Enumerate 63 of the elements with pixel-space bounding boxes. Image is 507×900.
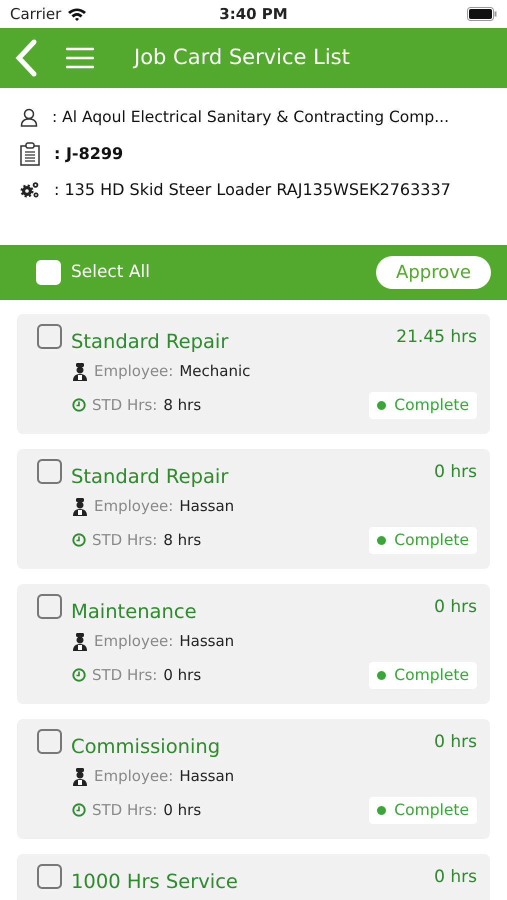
gears-icon [20, 180, 40, 198]
service-card[interactable]: Commissioning 0 hrs Employee: Hassan STD Hrs: 0 hrs Complete [17, 719, 490, 839]
page-title: Job Card Service List [134, 44, 350, 72]
service-card[interactable]: 1000 Hrs Service 0 hrs [17, 854, 490, 900]
mechanic-icon [72, 632, 88, 650]
std-hours-value: 8 hrs [163, 530, 202, 551]
clock-icon [72, 803, 86, 818]
checkbox[interactable] [37, 864, 62, 889]
equipment-name: : 135 HD Skid Steer Loader RAJ135WSEK2763337 [54, 178, 451, 200]
job-number: : J-8299 [54, 142, 124, 164]
carrier-label: Carrier [10, 4, 62, 25]
employee-label: Employee: [94, 361, 174, 382]
service-card[interactable]: Maintenance 0 hrs Employee: Hassan STD Hrs: 0 hrs Complete [17, 584, 490, 704]
service-title: Maintenance [71, 599, 197, 625]
clock-icon [72, 668, 86, 682]
employee-label: Employee: [94, 631, 174, 652]
service-card[interactable]: Standard Repair 0 hrs Employee: Hassan STD Hrs: 8 hrs Complete [17, 449, 490, 569]
service-card[interactable]: Standard Repair 21.45 hrs Employee: Mechanic STD Hrs: 8 hrs Complete [17, 314, 490, 434]
checkbox[interactable] [37, 459, 62, 484]
checkbox[interactable] [37, 594, 62, 619]
service-title: 1000 Hrs Service [71, 869, 238, 895]
std-hours-value: 0 hrs [163, 665, 202, 686]
hours-value: 0 hrs [434, 461, 477, 484]
std-hours-label: STD Hrs: [92, 395, 158, 416]
checkbox[interactable] [37, 324, 62, 349]
std-hours-value: 0 hrs [163, 800, 202, 821]
employee-name: Mechanic [179, 361, 250, 382]
clipboard-icon [20, 142, 40, 166]
employee-label: Employee: [94, 766, 174, 788]
customer-name: : Al Aqoul Electrical Sanitary & Contracting Comp... [52, 106, 449, 128]
employee-label: Employee: [94, 496, 174, 518]
clock-label: 3:40 PM [219, 4, 288, 25]
mechanic-icon [72, 362, 88, 380]
hours-value: 0 hrs [434, 596, 477, 619]
clock-icon [72, 533, 86, 548]
wifi-icon [67, 7, 88, 21]
std-hours-value: 8 hrs [163, 395, 202, 416]
checkbox[interactable] [37, 729, 62, 754]
mechanic-icon [72, 768, 88, 786]
service-title: Commissioning [71, 734, 220, 760]
mechanic-icon [72, 498, 88, 516]
hours-value: 21.45 hrs [396, 326, 477, 349]
employee-name: Hassan [179, 496, 234, 518]
service-title: Standard Repair [71, 464, 228, 490]
hours-value: 0 hrs [434, 866, 477, 889]
employee-name: Hassan [179, 631, 234, 652]
person-icon [20, 108, 38, 127]
status-text: Complete [394, 530, 469, 551]
status-text: Complete [394, 800, 469, 821]
status-text: Complete [394, 664, 469, 686]
std-hours-label: STD Hrs: [92, 800, 158, 821]
employee-name: Hassan [179, 766, 234, 788]
select-all-label: Select All [71, 260, 150, 284]
select-all-checkbox[interactable] [36, 260, 61, 285]
std-hours-label: STD Hrs: [92, 665, 158, 686]
battery-icon [467, 7, 497, 21]
service-title: Standard Repair [71, 329, 228, 355]
back-icon[interactable] [14, 39, 38, 77]
hours-value: 0 hrs [434, 731, 477, 754]
std-hours-label: STD Hrs: [92, 530, 158, 551]
status-text: Complete [394, 394, 469, 416]
menu-icon[interactable] [66, 47, 94, 69]
clock-icon [72, 398, 86, 412]
